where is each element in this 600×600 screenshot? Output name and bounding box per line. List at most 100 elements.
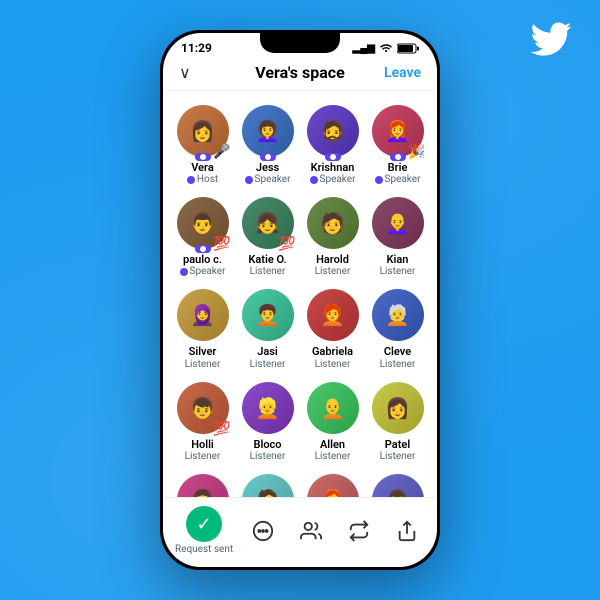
participant-role: Listener xyxy=(380,266,416,277)
speaker-badge xyxy=(260,153,276,161)
avatar: 🧑 xyxy=(307,197,359,249)
avatar: 👩‍🦰🎉 xyxy=(372,105,424,157)
twitter-logo xyxy=(530,22,572,56)
share-icon[interactable] xyxy=(389,513,425,549)
list-item[interactable]: 👩‍🦰 xyxy=(301,470,364,497)
participant-role: Listener xyxy=(380,359,416,370)
participant-name: Holli xyxy=(191,438,214,451)
participant-name: Silver xyxy=(189,345,217,358)
avatar: 🧑‍🦳 xyxy=(372,289,424,341)
participant-name: Krishnan xyxy=(311,161,355,174)
messages-icon[interactable] xyxy=(245,513,281,549)
participant-role: Listener xyxy=(250,451,286,462)
avatar: 👩🎤 xyxy=(177,105,229,157)
participant-role: Speaker xyxy=(180,266,226,277)
speaker-badge xyxy=(390,153,406,161)
participant-name: Jess xyxy=(256,161,279,174)
participant-role: Speaker xyxy=(375,174,421,185)
avatar: 👩‍🦲 xyxy=(372,197,424,249)
participant-role: Listener xyxy=(315,451,351,462)
avatar: 🧔 xyxy=(307,105,359,157)
list-item[interactable]: 👩‍🦱 JessSpeaker xyxy=(236,101,299,189)
avatar: 🧑‍🦲 xyxy=(307,382,359,434)
participant-name: Kian xyxy=(387,253,409,266)
avatar: 👦💯 xyxy=(177,382,229,434)
participant-name: Allen xyxy=(320,438,345,451)
avatar: 👧💯 xyxy=(242,197,294,249)
list-item[interactable]: 👩‍🦱 xyxy=(171,470,234,497)
participant-role: Listener xyxy=(380,451,416,462)
space-title: Vera's space xyxy=(255,63,345,82)
phone-notch xyxy=(260,33,340,53)
list-item[interactable]: 👩‍🦲 KianListener xyxy=(366,193,429,281)
participant-name: Harold xyxy=(316,253,349,266)
avatar: 👩‍🦰 xyxy=(307,474,359,497)
list-item[interactable]: 🧔 xyxy=(236,470,299,497)
bottom-bar: ✓ Request sent xyxy=(163,497,437,567)
phone-frame: 11:29 ▂▄▆ ∨ Vera's space Leave xyxy=(160,30,440,570)
list-item[interactable]: 👨 xyxy=(366,470,429,497)
space-header: ∨ Vera's space Leave xyxy=(163,57,437,90)
participant-role: Listener xyxy=(250,359,286,370)
battery-icon xyxy=(397,43,419,54)
chevron-down-icon[interactable]: ∨ xyxy=(179,63,191,82)
list-item[interactable]: 🧑‍🦲 AllenListener xyxy=(301,378,364,466)
speaker-badge xyxy=(195,245,211,253)
phone-screen: 11:29 ▂▄▆ ∨ Vera's space Leave xyxy=(163,33,437,567)
status-time: 11:29 xyxy=(181,41,212,55)
participant-name: Jasi xyxy=(257,345,278,358)
list-item[interactable]: 👨💯 paulo c.Speaker xyxy=(171,193,234,281)
participant-name: Katie O. xyxy=(248,253,286,266)
avatar: 🧑‍🦱 xyxy=(242,289,294,341)
participant-role: Speaker xyxy=(245,174,291,185)
speaker-badge xyxy=(195,153,211,161)
avatar: 🧕 xyxy=(177,289,229,341)
participant-name: Gabriela xyxy=(312,345,353,358)
list-item[interactable]: 👩🎤 VeraHost xyxy=(171,101,234,189)
leave-button[interactable]: Leave xyxy=(384,65,421,81)
participant-role: Host xyxy=(187,174,218,185)
avatar: 👨 xyxy=(372,474,424,497)
participant-name: Bloco xyxy=(253,438,281,451)
avatar: 🧔 xyxy=(242,474,294,497)
participant-name: Brie xyxy=(388,161,408,174)
participants-grid: 👩🎤VeraHost👩‍🦱JessSpeaker🧔KrishnanSpeaker… xyxy=(171,101,429,497)
list-item[interactable]: 🧑‍🦰 GabrielaListener xyxy=(301,285,364,373)
avatar: 👱 xyxy=(242,382,294,434)
list-item[interactable]: 🧔 KrishnanSpeaker xyxy=(301,101,364,189)
retweet-icon[interactable] xyxy=(341,513,377,549)
avatar: 👩‍🦱 xyxy=(177,474,229,497)
list-item[interactable]: 🧕 SilverListener xyxy=(171,285,234,373)
participant-role: Listener xyxy=(185,359,221,370)
avatar: 👨💯 xyxy=(177,197,229,249)
wifi-icon xyxy=(379,43,393,54)
participants-scroll-area[interactable]: 👩🎤VeraHost👩‍🦱JessSpeaker🧔KrishnanSpeaker… xyxy=(163,91,437,497)
participant-name: paulo c. xyxy=(183,253,222,266)
status-icons: ▂▄▆ xyxy=(353,43,419,54)
avatar: 👩 xyxy=(372,382,424,434)
request-sent-button[interactable]: ✓ xyxy=(186,506,222,542)
participant-name: Patel xyxy=(385,438,410,451)
list-item[interactable]: 👦💯 HolliListener xyxy=(171,378,234,466)
list-item[interactable]: 👩‍🦰🎉 BrieSpeaker xyxy=(366,101,429,189)
avatar: 🧑‍🦰 xyxy=(307,289,359,341)
participant-role: Listener xyxy=(185,451,221,462)
participant-role: Listener xyxy=(250,266,286,277)
participant-name: Cleve xyxy=(384,345,411,358)
people-icon[interactable] xyxy=(293,513,329,549)
request-sent-section: ✓ Request sent xyxy=(175,506,233,555)
list-item[interactable]: 🧑‍🦳 CleveListener xyxy=(366,285,429,373)
participant-role: Listener xyxy=(315,359,351,370)
participant-name: Vera xyxy=(191,161,214,174)
bottom-actions: ✓ Request sent xyxy=(175,506,425,555)
signal-icon: ▂▄▆ xyxy=(353,43,375,54)
list-item[interactable]: 👩 PatelListener xyxy=(366,378,429,466)
list-item[interactable]: 👧💯 Katie O.Listener xyxy=(236,193,299,281)
avatar: 👩‍🦱 xyxy=(242,105,294,157)
participant-role: Speaker xyxy=(310,174,356,185)
list-item[interactable]: 👱 BlocoListener xyxy=(236,378,299,466)
request-sent-label: Request sent xyxy=(175,544,233,555)
participant-role: Listener xyxy=(315,266,351,277)
list-item[interactable]: 🧑‍🦱 JasiListener xyxy=(236,285,299,373)
list-item[interactable]: 🧑 HaroldListener xyxy=(301,193,364,281)
